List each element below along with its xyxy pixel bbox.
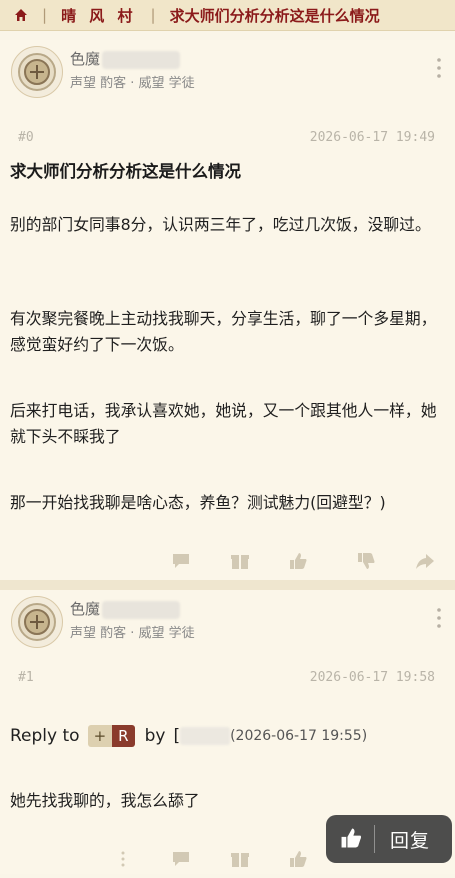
breadcrumb-separator: | <box>42 6 48 24</box>
post-time: 2026-06-17 19:49 <box>309 130 435 145</box>
share-icon[interactable] <box>414 550 436 572</box>
user-rank: 声望 酌客 · 威望 学徒 <box>70 626 195 641</box>
breadcrumb-thread-title[interactable]: 求大师们分析分析这是什么情况 <box>170 5 380 26</box>
username[interactable]: 色魔 <box>70 598 181 619</box>
reply-by: by <box>144 726 166 746</box>
avatar[interactable] <box>11 46 63 98</box>
more-options-icon[interactable] <box>436 54 442 82</box>
reply-tag-r[interactable]: R <box>112 725 135 747</box>
post-time: 2026-06-17 19:58 <box>309 670 435 685</box>
reply-prefix: Reply to <box>10 726 80 746</box>
avatar[interactable] <box>11 596 63 648</box>
reply-quote: Reply to + R by [ (2026-06-17 19:55) <box>10 725 367 747</box>
floating-action-bar: 回复 <box>326 815 452 863</box>
post-paragraph: 别的部门女同事8分，认识两三年了，吃过几次饭，没聊过。 <box>10 215 431 234</box>
username[interactable]: 色魔 <box>70 48 181 69</box>
thumbs-down-icon[interactable] <box>355 550 377 572</box>
post-actions <box>0 550 455 580</box>
home-icon[interactable] <box>14 8 28 22</box>
username-blur <box>102 50 181 69</box>
reply-time: (2026-06-17 19:55) <box>230 728 368 744</box>
post-0: 色魔 声望 酌客 · 威望 学徒 #0 2026-06-17 19:49 求大师… <box>0 40 455 580</box>
post-header: 色魔 声望 酌客 · 威望 学徒 <box>0 40 455 98</box>
post-header: 色魔 声望 酌客 · 威望 学徒 <box>0 590 455 648</box>
post-title: 求大师们分析分析这是什么情况 <box>10 162 241 181</box>
breadcrumb: | 晴 风 村 | 求大师们分析分析这是什么情况 <box>0 0 455 31</box>
breadcrumb-site[interactable]: 晴 风 村 <box>61 5 136 26</box>
post-paragraph: 后来打电话，我承认喜欢她，她说，又一个跟其他人一样，她就下头不睬我了 <box>10 401 437 446</box>
floating-bar-divider <box>374 825 375 853</box>
floor-number: #0 <box>18 130 34 145</box>
reply-user-blur[interactable] <box>180 727 231 745</box>
reply-tag-plus[interactable]: + <box>87 725 113 747</box>
post-paragraph: 有次聚完餐晚上主动找我聊天，分享生活，聊了一个多星期，感觉蛮好约了下一次饭。 <box>10 309 437 354</box>
post-paragraph: 她先找我聊的，我怎么舔了 <box>10 791 200 810</box>
gift-icon[interactable] <box>229 550 251 572</box>
post-paragraph: 那一开始找我聊是啥心态，养鱼？测试魅力(回避型？) <box>10 493 386 512</box>
floor-number: #1 <box>18 670 34 685</box>
user-rank: 声望 酌客 · 威望 学徒 <box>70 76 195 91</box>
thumbs-up-icon[interactable] <box>287 550 309 572</box>
comment-icon[interactable] <box>170 848 192 870</box>
reply-bracket: [ <box>173 726 181 746</box>
post-divider <box>0 580 455 590</box>
username-blur <box>102 600 181 619</box>
comment-icon[interactable] <box>170 550 192 572</box>
more-options-icon[interactable] <box>436 604 442 632</box>
gift-icon[interactable] <box>229 848 251 870</box>
breadcrumb-separator: | <box>150 6 156 24</box>
thumbs-up-icon[interactable] <box>287 848 309 870</box>
reply-button[interactable]: 回复 <box>390 826 430 853</box>
thumbs-up-icon[interactable] <box>338 825 364 851</box>
more-dots-icon[interactable] <box>112 848 134 870</box>
